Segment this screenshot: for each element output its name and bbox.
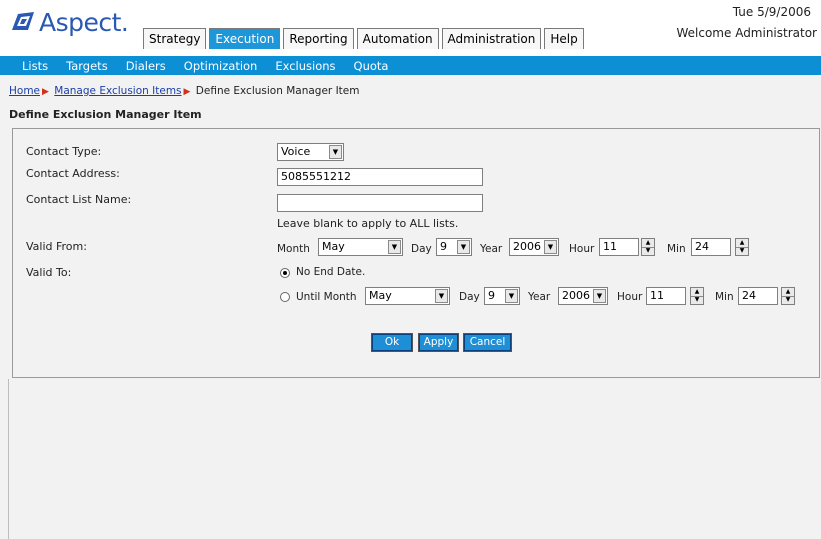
breadcrumb-current: Define Exclusion Manager Item [195, 85, 360, 97]
from-month-label: Month [277, 243, 310, 255]
subnav-dialers[interactable]: Dialers [126, 59, 166, 73]
from-hour-spinner[interactable]: ▲ ▼ [641, 238, 655, 256]
main-tabs: Strategy Execution Reporting Automation … [143, 28, 584, 49]
spin-down-icon: ▼ [645, 247, 651, 254]
until-min-spinner[interactable]: ▲ ▼ [781, 287, 795, 305]
subnav-optimization[interactable]: Optimization [184, 59, 258, 73]
subnav-exclusions[interactable]: Exclusions [275, 59, 335, 73]
breadcrumb-manage-exclusion-items[interactable]: Manage Exclusion Items [54, 85, 181, 97]
contact-list-name-input[interactable] [277, 194, 483, 212]
contact-type-label: Contact Type: [26, 145, 102, 158]
contact-address-label: Contact Address: [26, 167, 120, 180]
tab-automation[interactable]: Automation [356, 28, 439, 49]
subnav-targets[interactable]: Targets [66, 59, 108, 73]
subnav-lists[interactable]: Lists [22, 59, 48, 73]
from-hour-input[interactable]: 11 [599, 238, 639, 256]
cancel-button[interactable]: Cancel [463, 333, 512, 352]
valid-from-label: Valid From: [26, 240, 87, 253]
ok-button[interactable]: Ok [371, 333, 413, 352]
chevron-down-icon: ▼ [388, 240, 401, 254]
breadcrumb-arrow-icon: ▶ [42, 87, 49, 97]
until-min-label: Min [715, 291, 734, 303]
until-day-select[interactable]: 9 ▼ [484, 287, 520, 305]
spin-down-icon: ▼ [694, 296, 700, 303]
chevron-down-icon: ▼ [593, 289, 606, 303]
chevron-down-icon: ▼ [329, 145, 342, 159]
until-month-select[interactable]: May ▼ [365, 287, 450, 305]
content-area-empty [8, 379, 821, 539]
from-month-value: May [322, 240, 345, 253]
until-hour-spinner[interactable]: ▲ ▼ [690, 287, 704, 305]
contact-type-value: Voice [281, 145, 311, 158]
from-year-select[interactable]: 2006 ▼ [509, 238, 559, 256]
chevron-down-icon: ▼ [435, 289, 448, 303]
spin-down-icon: ▼ [739, 247, 745, 254]
chevron-down-icon: ▼ [544, 240, 557, 254]
until-month-label: Until Month [296, 291, 357, 303]
tab-reporting[interactable]: Reporting [283, 28, 354, 49]
sub-navigation: Lists Targets Dialers Optimization Exclu… [0, 56, 821, 75]
until-year-select[interactable]: 2006 ▼ [558, 287, 608, 305]
from-hour-label: Hour [569, 243, 595, 255]
no-end-date-radio[interactable] [280, 268, 290, 278]
until-hour-input[interactable]: 11 [646, 287, 686, 305]
contact-list-hint: Leave blank to apply to ALL lists. [277, 217, 459, 230]
until-day-value: 9 [488, 289, 495, 302]
from-month-select[interactable]: May ▼ [318, 238, 403, 256]
exclusion-form-panel: Contact Type: Voice ▼ Contact Address: 5… [12, 128, 820, 378]
contact-address-input[interactable]: 5085551212 [277, 168, 483, 186]
page-title: Define Exclusion Manager Item [9, 108, 202, 121]
until-hour-label: Hour [617, 291, 643, 303]
welcome-text: Welcome Administrator [676, 26, 817, 40]
header: Aspect. Strategy Execution Reporting Aut… [0, 0, 821, 56]
contact-list-name-label: Contact List Name: [26, 193, 132, 206]
breadcrumb: Home ▶ Manage Exclusion Items ▶ Define Exc… [9, 85, 359, 97]
tab-strategy[interactable]: Strategy [143, 28, 207, 49]
chevron-down-icon: ▼ [457, 240, 470, 254]
apply-button[interactable]: Apply [418, 333, 459, 352]
from-min-spinner[interactable]: ▲ ▼ [735, 238, 749, 256]
contact-type-select[interactable]: Voice ▼ [277, 143, 344, 161]
subnav-quota[interactable]: Quota [354, 59, 389, 73]
from-year-value: 2006 [513, 240, 541, 253]
until-min-input[interactable]: 24 [738, 287, 778, 305]
app-window: Aspect. Strategy Execution Reporting Aut… [0, 0, 821, 539]
tab-help[interactable]: Help [544, 28, 584, 49]
from-day-value: 9 [440, 240, 447, 253]
no-end-date-label: No End Date. [296, 266, 366, 278]
from-day-select[interactable]: 9 ▼ [436, 238, 472, 256]
chevron-down-icon: ▼ [505, 289, 518, 303]
spin-down-icon: ▼ [785, 296, 791, 303]
until-year-value: 2006 [562, 289, 590, 302]
tab-administration[interactable]: Administration [441, 28, 542, 49]
from-year-label: Year [480, 243, 503, 255]
from-day-label: Day [411, 243, 432, 255]
logo-text: Aspect. [39, 7, 129, 37]
aspect-logo-icon [12, 12, 34, 30]
until-month-value: May [369, 289, 392, 302]
current-date: Tue 5/9/2006 [732, 5, 811, 19]
until-date-radio[interactable] [280, 292, 290, 302]
valid-to-label: Valid To: [26, 266, 72, 279]
until-year-label: Year [528, 291, 551, 303]
breadcrumb-arrow-icon: ▶ [183, 87, 191, 97]
aspect-logo[interactable]: Aspect. [10, 4, 129, 40]
breadcrumb-home[interactable]: Home [9, 85, 40, 97]
until-day-label: Day [459, 291, 480, 303]
tab-execution[interactable]: Execution [209, 28, 281, 49]
from-min-label: Min [667, 243, 686, 255]
from-min-input[interactable]: 24 [691, 238, 731, 256]
